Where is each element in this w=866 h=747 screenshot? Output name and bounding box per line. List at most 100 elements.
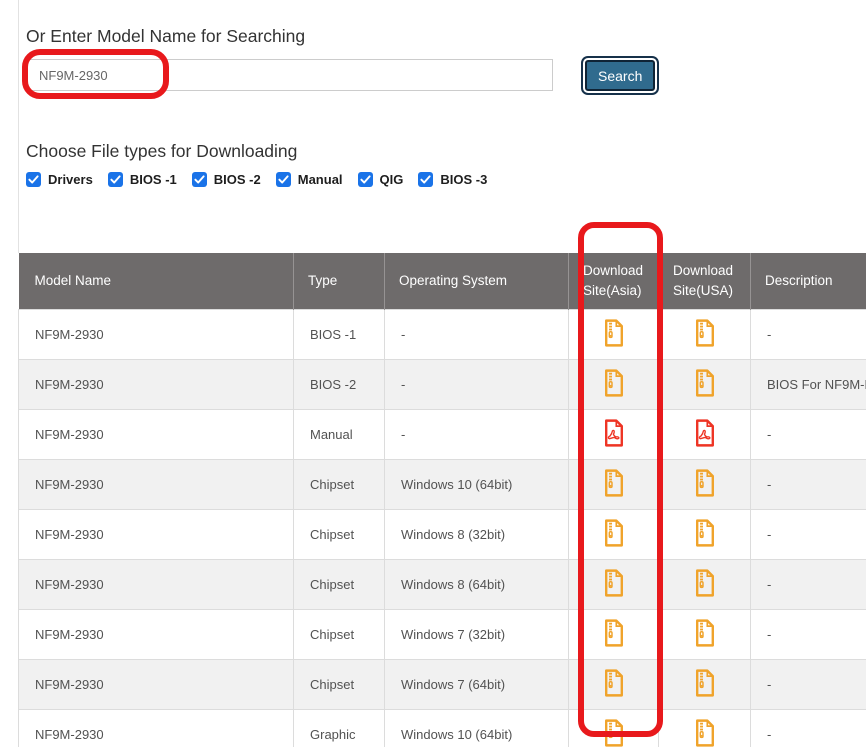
filetype-label: BIOS -3 <box>440 172 487 187</box>
table-row: NF9M-2930 Chipset Windows 7 (64bit) <box>19 660 866 710</box>
operating-system-cell: Windows 7 (32bit) <box>385 610 569 660</box>
checkbox-checked-icon[interactable] <box>418 172 433 187</box>
download-usa-link[interactable] <box>694 519 716 547</box>
type-cell: Manual <box>294 410 385 460</box>
download-asia-link[interactable] <box>603 719 625 747</box>
model-name-cell: NF9M-2930 <box>19 510 294 560</box>
download-usa-cell <box>659 310 751 360</box>
download-asia-cell <box>569 460 659 510</box>
content-left-border <box>18 0 19 253</box>
description-cell: - <box>751 410 866 460</box>
download-asia-cell <box>569 610 659 660</box>
download-usa-link[interactable] <box>694 569 716 597</box>
type-cell: BIOS -1 <box>294 310 385 360</box>
download-usa-cell <box>659 710 751 747</box>
downloads-table: Model Name Type Operating System Downloa… <box>18 253 866 747</box>
zip-file-icon <box>694 369 716 397</box>
model-name-cell: NF9M-2930 <box>19 410 294 460</box>
table-row: NF9M-2930 BIOS -2 - <box>19 360 866 410</box>
filetypes-heading: Choose File types for Downloading <box>26 141 297 162</box>
download-usa-link[interactable] <box>694 719 716 747</box>
download-asia-link[interactable] <box>603 419 625 447</box>
download-usa-cell <box>659 360 751 410</box>
download-asia-cell <box>569 310 659 360</box>
description-cell: - <box>751 510 866 560</box>
filetype-checkbox-item[interactable]: BIOS -3 <box>418 172 487 187</box>
table-row: NF9M-2930 Manual - <box>19 410 866 460</box>
download-usa-link[interactable] <box>694 419 716 447</box>
table-row: NF9M-2930 Chipset Windows 10 (64bit) <box>19 460 866 510</box>
download-asia-cell <box>569 660 659 710</box>
filetype-checkbox-item[interactable]: Manual <box>276 172 343 187</box>
model-name-cell: NF9M-2930 <box>19 710 294 747</box>
operating-system-cell: Windows 10 (64bit) <box>385 460 569 510</box>
filetype-checkbox-item[interactable]: BIOS -1 <box>108 172 177 187</box>
model-name-cell: NF9M-2930 <box>19 560 294 610</box>
page: Or Enter Model Name for Searching Search… <box>0 0 866 747</box>
checkmark-icon <box>110 174 121 185</box>
type-cell: Chipset <box>294 460 385 510</box>
download-asia-link[interactable] <box>603 369 625 397</box>
download-usa-cell <box>659 660 751 710</box>
type-cell: Chipset <box>294 560 385 610</box>
zip-file-icon <box>694 719 716 747</box>
operating-system-cell: Windows 8 (32bit) <box>385 510 569 560</box>
checkbox-checked-icon[interactable] <box>276 172 291 187</box>
description-cell: - <box>751 660 866 710</box>
download-asia-cell <box>569 360 659 410</box>
column-header-operating-system: Operating System <box>385 253 569 310</box>
type-cell: Chipset <box>294 610 385 660</box>
filetype-label: Manual <box>298 172 343 187</box>
model-name-cell: NF9M-2930 <box>19 660 294 710</box>
table-row: NF9M-2930 Chipset Windows 7 (32bit) <box>19 610 866 660</box>
description-cell: - <box>751 310 866 360</box>
type-cell: Graphic <box>294 710 385 747</box>
download-usa-link[interactable] <box>694 669 716 697</box>
filetype-label: QIG <box>380 172 404 187</box>
zip-file-icon <box>694 469 716 497</box>
checkbox-checked-icon[interactable] <box>192 172 207 187</box>
description-cell: - <box>751 560 866 610</box>
download-asia-link[interactable] <box>603 469 625 497</box>
checkmark-icon <box>360 174 371 185</box>
model-name-input[interactable] <box>26 59 553 91</box>
filetype-checkbox-item[interactable]: BIOS -2 <box>192 172 261 187</box>
zip-file-icon <box>603 319 625 347</box>
zip-file-icon <box>603 519 625 547</box>
search-button[interactable]: Search <box>585 60 655 91</box>
table-row: NF9M-2930 Chipset Windows 8 (32bit) <box>19 510 866 560</box>
operating-system-cell: - <box>385 410 569 460</box>
model-name-cell: NF9M-2930 <box>19 460 294 510</box>
filetype-checkbox-item[interactable]: Drivers <box>26 172 93 187</box>
column-header-type: Type <box>294 253 385 310</box>
download-usa-link[interactable] <box>694 369 716 397</box>
filetype-label: BIOS -1 <box>130 172 177 187</box>
type-cell: Chipset <box>294 510 385 560</box>
download-asia-link[interactable] <box>603 669 625 697</box>
column-header-download-asia: Download Site(Asia) <box>569 253 659 310</box>
download-usa-link[interactable] <box>694 619 716 647</box>
download-asia-link[interactable] <box>603 319 625 347</box>
model-name-cell: NF9M-2930 <box>19 360 294 410</box>
download-usa-link[interactable] <box>694 319 716 347</box>
download-asia-cell <box>569 410 659 460</box>
filetype-checkbox-item[interactable]: QIG <box>358 172 404 187</box>
download-asia-link[interactable] <box>603 619 625 647</box>
checkbox-checked-icon[interactable] <box>26 172 41 187</box>
column-header-download-usa: Download Site(USA) <box>659 253 751 310</box>
download-asia-cell <box>569 560 659 610</box>
description-cell: - <box>751 460 866 510</box>
download-usa-cell <box>659 610 751 660</box>
checkbox-checked-icon[interactable] <box>108 172 123 187</box>
download-asia-link[interactable] <box>603 519 625 547</box>
model-name-cell: NF9M-2930 <box>19 310 294 360</box>
checkbox-checked-icon[interactable] <box>358 172 373 187</box>
description-cell: - <box>751 610 866 660</box>
download-usa-cell <box>659 460 751 510</box>
download-usa-link[interactable] <box>694 469 716 497</box>
operating-system-cell: Windows 7 (64bit) <box>385 660 569 710</box>
table-header-row: Model Name Type Operating System Downloa… <box>19 253 866 310</box>
pdf-file-icon <box>694 419 716 447</box>
zip-file-icon <box>603 569 625 597</box>
download-asia-link[interactable] <box>603 569 625 597</box>
